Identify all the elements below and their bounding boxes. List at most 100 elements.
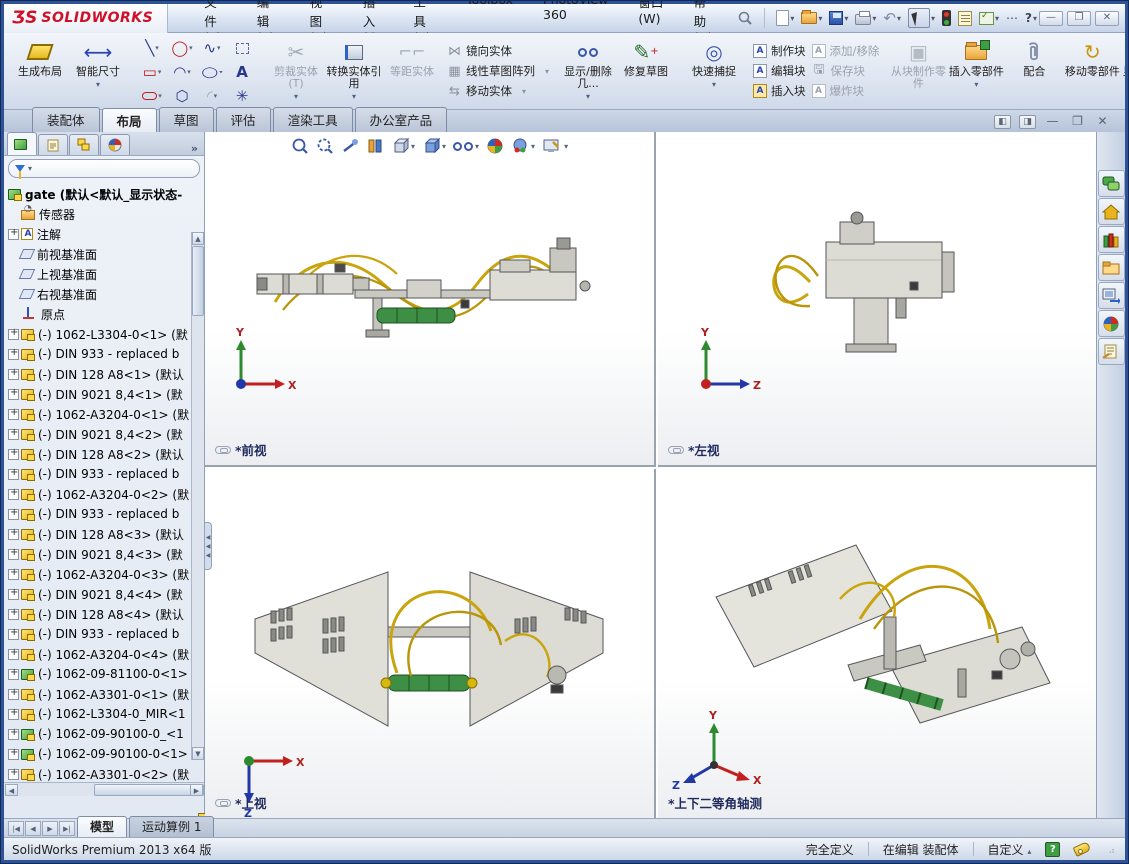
ribbon-tab[interactable]: 渲染工具 (272, 107, 353, 132)
toolbar-overflow[interactable]: ⋯ (1004, 7, 1020, 29)
tree-item[interactable]: (-) 1062-09-90100-0_<1 (8, 724, 204, 744)
viewport-isometric[interactable]: Y X Z *上下二等角轴测 (658, 469, 1096, 818)
fillet-icon[interactable]: ◜ ▾ (197, 87, 227, 105)
zoom-to-fit-icon[interactable] (291, 137, 309, 155)
bottom-tab[interactable]: 模型 (77, 816, 128, 837)
tree-item[interactable]: (-) 1062-A3301-0<2> (默 (8, 764, 204, 784)
sketch-text-icon[interactable]: A (227, 63, 257, 81)
convert-entities-button[interactable]: 转换实体引用 ▾ (325, 36, 383, 106)
tree-item[interactable]: (-) DIN 933 - replaced b (8, 504, 204, 524)
resize-grip[interactable]: ⣠ (1108, 844, 1115, 854)
expand-toggle[interactable] (8, 209, 19, 220)
first-tab-button[interactable]: |◀ (8, 821, 24, 836)
tree-item[interactable]: (-) 1062-A3301-0<1> (默 (8, 684, 204, 704)
next-tab-button[interactable]: ▶ (42, 821, 58, 836)
polygon-icon[interactable]: ⬡ (167, 87, 197, 105)
expand-toggle[interactable] (8, 249, 19, 260)
dimxpert-tab[interactable] (100, 134, 130, 155)
select-arrow-button[interactable]: ▾ (906, 7, 937, 29)
add-remove-block-button[interactable]: A 添加/移除 (811, 42, 879, 60)
ribbon-tab[interactable]: 布局 (101, 108, 157, 133)
rectangle-icon[interactable]: ▭ ▾ (137, 63, 167, 81)
file-properties-button[interactable] (956, 7, 974, 29)
tree-item[interactable]: (-) 1062-L3304-0_MIR<1 (8, 704, 204, 724)
save-block-button[interactable]: 🖫 保存块 (812, 62, 880, 80)
zoom-to-selection-icon[interactable] (341, 137, 359, 155)
prev-tab-button[interactable]: ◀ (25, 821, 41, 836)
line-icon[interactable]: ╲ ▾ (137, 39, 167, 57)
tag-icon[interactable] (1073, 841, 1092, 857)
move-component-button[interactable]: ↻ 移动零部件 (1063, 36, 1121, 106)
viewport-top[interactable]: X Z *上视 (205, 469, 656, 818)
section-view-icon[interactable] (366, 137, 384, 155)
mirror-entities-button[interactable]: ⋈ 镜向实体 (447, 42, 549, 60)
ribbon-tab[interactable]: 评估 (215, 107, 271, 132)
point-icon[interactable]: ✳ (227, 87, 257, 105)
forum-icon[interactable] (1097, 170, 1125, 197)
offset-entities-button[interactable]: ⌐⌐ 等距实体 (383, 36, 441, 106)
tree-item[interactable]: 传感器 (8, 204, 204, 224)
filter-dropdown-arrow[interactable]: ▾ (28, 164, 32, 173)
expand-toggle[interactable] (8, 767, 19, 780)
panel-splitter-handle[interactable]: ◀ ◀ ◀ (204, 522, 212, 570)
display-delete-relations-button[interactable]: 显示/删除几... ▾ (559, 36, 617, 106)
save-button[interactable]: ▾ (827, 7, 850, 29)
trim-entities-button[interactable]: ✂ 剪裁实体(T) ▾ (267, 36, 325, 106)
expand-toggle[interactable] (8, 627, 19, 640)
tree-item[interactable]: 右视基准面 (8, 284, 204, 304)
tile-right-button[interactable]: ◨ (1019, 115, 1036, 129)
panel-expand-chevron[interactable]: » (191, 142, 198, 155)
bottom-tab[interactable]: 运动算例 1 (129, 816, 215, 837)
open-button[interactable]: ▾ (799, 7, 824, 29)
help-button[interactable]: ? ▾ (1023, 7, 1039, 29)
viewport-left[interactable]: Y Z *左视 (658, 132, 1096, 467)
arc-icon[interactable]: ◠ ▾ (167, 63, 197, 81)
expand-toggle[interactable] (8, 367, 19, 380)
view-orientation-icon[interactable]: ▾ (391, 137, 415, 155)
expand-toggle[interactable] (8, 309, 19, 320)
scroll-right-arrow[interactable]: ▶ (190, 784, 203, 796)
explode-block-button[interactable]: A 爆炸块 (811, 82, 880, 100)
expand-toggle[interactable] (8, 269, 19, 280)
appearances-scenes-icon[interactable] (1097, 310, 1125, 337)
expand-toggle[interactable] (8, 487, 19, 500)
tree-item[interactable]: (-) DIN 9021 8,4<3> (默 (8, 544, 204, 564)
minimize-button[interactable]: — (1039, 10, 1063, 26)
hscroll-thumb[interactable] (94, 784, 204, 796)
tree-item[interactable]: 上视基准面 (8, 264, 204, 284)
tree-item[interactable]: (-) 1062-09-90100-0<1> (8, 744, 204, 764)
quick-tips-icon[interactable]: ? (1045, 841, 1061, 857)
custom-properties-icon[interactable] (1097, 338, 1125, 365)
scroll-up-arrow[interactable]: ▲ (192, 232, 204, 245)
design-library-icon[interactable] (1097, 226, 1125, 253)
tree-item[interactable]: (-) 1062-L3304-0<1> (默 (8, 324, 204, 344)
doc-restore-button[interactable]: ❐ (1069, 115, 1086, 129)
zoom-to-area-icon[interactable] (316, 137, 334, 155)
tree-item[interactable]: (-) DIN 9021 8,4<4> (默 (8, 584, 204, 604)
custom-status[interactable]: 自定义 ▴ (988, 841, 1032, 858)
search-icon[interactable] (735, 7, 755, 29)
hide-show-items-icon[interactable]: ▾ (453, 141, 479, 151)
tree-item[interactable]: (-) DIN 933 - replaced b (8, 464, 204, 484)
expand-toggle[interactable] (8, 707, 19, 720)
expand-toggle[interactable] (8, 527, 19, 540)
expand-toggle[interactable] (8, 387, 19, 400)
tree-item[interactable]: (-) 1062-A3204-0<1> (默 (8, 404, 204, 424)
undo-button[interactable]: ↶ ▾ (881, 7, 903, 29)
close-button[interactable]: ✕ (1095, 10, 1119, 26)
tree-item[interactable]: (-) DIN 933 - replaced b (8, 624, 204, 644)
view-palette-icon[interactable] (1097, 282, 1125, 309)
tree-item[interactable]: 原点 (8, 304, 204, 324)
linear-sketch-pattern-button[interactable]: ▦ 线性草图阵列 ▾ (447, 62, 549, 80)
solidworks-resources-icon[interactable] (1097, 198, 1125, 225)
featuremanager-tab[interactable] (7, 132, 37, 155)
tree-item[interactable]: (-) 1062-A3204-0<2> (默 (8, 484, 204, 504)
ribbon-tab[interactable]: 办公室产品 (354, 107, 448, 132)
quick-snaps-button[interactable]: ◎ 快速捕捉 ▾ (685, 36, 743, 106)
expand-toggle[interactable] (8, 447, 19, 460)
doc-minimize-button[interactable]: — (1044, 115, 1061, 129)
new-document-button[interactable]: ▾ (774, 7, 796, 29)
create-layout-button[interactable]: 生成布局 (11, 36, 69, 106)
tree-filter-input[interactable]: ▾ (8, 158, 200, 179)
tree-item[interactable]: (-) DIN 933 - replaced b (8, 344, 204, 364)
